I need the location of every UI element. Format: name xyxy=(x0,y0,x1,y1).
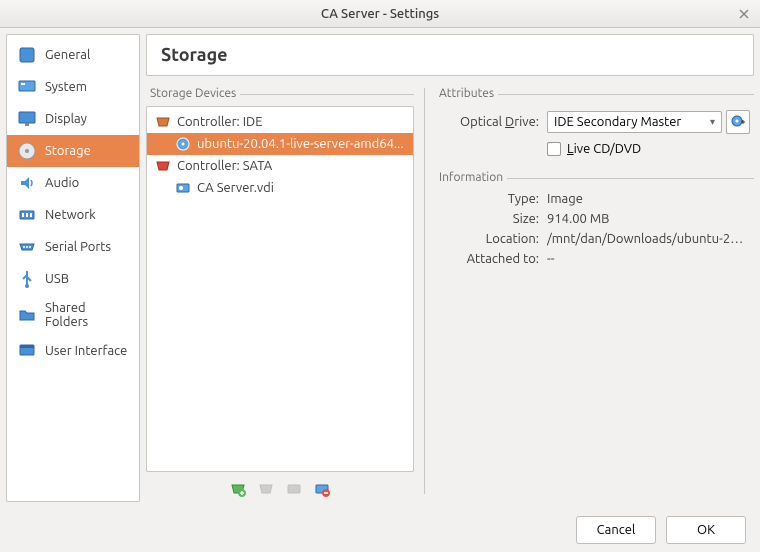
sidebar-item-label: Audio xyxy=(45,176,79,190)
general-icon xyxy=(17,45,37,65)
sidebar-item-display[interactable]: Display xyxy=(7,103,139,135)
sidebar: General System Display Storage Audio Net… xyxy=(6,34,140,502)
size-label: Size: xyxy=(439,212,539,226)
optical-drive-select[interactable]: IDE Secondary Master ▾ xyxy=(547,111,722,133)
iso-row[interactable]: ubuntu-20.04.1-live-server-amd64... xyxy=(147,133,413,155)
location-value: /mnt/dan/Downloads/ubuntu-20.... xyxy=(547,232,750,246)
disc-icon xyxy=(175,136,191,152)
sidebar-item-general[interactable]: General xyxy=(7,39,139,71)
usb-icon xyxy=(17,269,37,289)
sidebar-item-system[interactable]: System xyxy=(7,71,139,103)
chevron-down-icon: ▾ xyxy=(710,116,715,128)
location-label: Location: xyxy=(439,232,539,246)
sidebar-item-user-interface[interactable]: User Interface xyxy=(7,335,139,367)
page-header: Storage xyxy=(146,34,754,76)
sidebar-item-label: Shared Folders xyxy=(45,301,129,329)
storage-devices-panel: Storage Devices Controller: IDE ubuntu-2… xyxy=(146,80,414,502)
live-cd-checkbox[interactable] xyxy=(547,142,561,156)
sidebar-item-network[interactable]: Network xyxy=(7,199,139,231)
window-title: CA Server - Settings xyxy=(321,7,439,21)
sidebar-item-label: System xyxy=(45,80,87,94)
live-cd-label: Live CD/DVD xyxy=(567,142,641,156)
controller-ide-row[interactable]: Controller: IDE xyxy=(147,111,413,133)
shared-folders-icon xyxy=(17,305,37,325)
system-icon xyxy=(17,77,37,97)
attached-to-value: -- xyxy=(547,252,750,266)
sidebar-item-label: Serial Ports xyxy=(45,240,111,254)
type-label: Type: xyxy=(439,192,539,206)
sidebar-item-audio[interactable]: Audio xyxy=(7,167,139,199)
ok-button[interactable]: OK xyxy=(666,516,746,544)
controller-sata-row[interactable]: Controller: SATA xyxy=(147,155,413,177)
add-attachment-button[interactable] xyxy=(283,478,305,500)
type-value: Image xyxy=(547,192,750,206)
dialog-buttons: Cancel OK xyxy=(0,508,760,552)
tree-label: Controller: SATA xyxy=(177,159,272,173)
titlebar: CA Server - Settings xyxy=(0,0,760,28)
storage-icon xyxy=(17,141,37,161)
attributes-label: Attributes xyxy=(435,87,498,100)
sidebar-item-label: Display xyxy=(45,112,87,126)
sidebar-item-label: Storage xyxy=(45,144,91,158)
ide-controller-icon xyxy=(155,114,171,130)
attached-to-label: Attached to: xyxy=(439,252,539,266)
tree-label: ubuntu-20.04.1-live-server-amd64... xyxy=(197,137,404,151)
tree-label: CA Server.vdi xyxy=(197,181,274,195)
sidebar-item-storage[interactable]: Storage xyxy=(7,135,139,167)
main-panel: Storage Storage Devices Controller: IDE … xyxy=(146,34,754,502)
select-value: IDE Secondary Master xyxy=(554,115,681,129)
storage-devices-label: Storage Devices xyxy=(146,87,240,100)
remove-controller-button[interactable] xyxy=(255,478,277,500)
information-label: Information xyxy=(435,171,507,184)
sata-controller-icon xyxy=(155,158,171,174)
sidebar-item-usb[interactable]: USB xyxy=(7,263,139,295)
sidebar-item-label: Network xyxy=(45,208,96,222)
serial-ports-icon xyxy=(17,237,37,257)
storage-toolbar xyxy=(146,472,414,502)
panels: Storage Devices Controller: IDE ubuntu-2… xyxy=(146,80,754,502)
vertical-separator xyxy=(424,88,425,494)
close-icon[interactable] xyxy=(736,6,752,22)
user-interface-icon xyxy=(17,341,37,361)
sidebar-item-label: USB xyxy=(45,272,69,286)
sidebar-item-label: User Interface xyxy=(45,344,127,358)
storage-tree: Controller: IDE ubuntu-20.04.1-live-serv… xyxy=(146,106,414,472)
network-icon xyxy=(17,205,37,225)
sidebar-item-label: General xyxy=(45,48,90,62)
choose-disk-button[interactable] xyxy=(726,110,750,134)
vdi-row[interactable]: CA Server.vdi xyxy=(147,177,413,199)
optical-drive-label: Optical Drive: xyxy=(439,115,539,129)
sidebar-item-shared-folders[interactable]: Shared Folders xyxy=(7,295,139,335)
hdd-icon xyxy=(175,180,191,196)
cancel-button[interactable]: Cancel xyxy=(576,516,656,544)
page-title: Storage xyxy=(161,45,739,65)
attributes-panel: Attributes Optical Drive: IDE Secondary … xyxy=(435,80,754,502)
display-icon xyxy=(17,109,37,129)
tree-label: Controller: IDE xyxy=(177,115,263,129)
remove-attachment-button[interactable] xyxy=(311,478,333,500)
content: General System Display Storage Audio Net… xyxy=(0,28,760,508)
audio-icon xyxy=(17,173,37,193)
sidebar-item-serial-ports[interactable]: Serial Ports xyxy=(7,231,139,263)
size-value: 914.00 MB xyxy=(547,212,750,226)
add-controller-button[interactable] xyxy=(227,478,249,500)
live-cd-checkbox-row[interactable]: Live CD/DVD xyxy=(547,142,750,156)
